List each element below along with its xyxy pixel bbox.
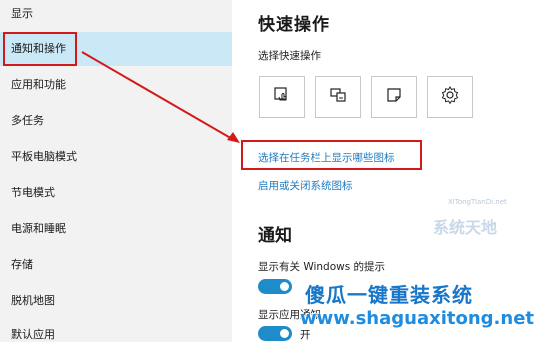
watermark-url: www.shaguaxitong.net xyxy=(300,308,535,329)
toggle-windows-tips-label: 显示有关 Windows 的提示 xyxy=(258,261,386,273)
quick-action-tile-settings[interactable] xyxy=(427,76,473,118)
highlight-box-link xyxy=(241,140,422,170)
watermark-logo: 系统天地 xyxy=(433,218,498,237)
note-icon xyxy=(385,86,403,108)
toggle-windows-tips[interactable] xyxy=(258,279,292,294)
tablet-mode-icon xyxy=(273,86,291,108)
notifications-title: 通知 xyxy=(258,226,292,246)
settings-sidebar: 显示 通知和操作 应用和功能 多任务 平板电脑模式 节电模式 电源和睡眠 存储 … xyxy=(0,0,232,342)
sidebar-item-storage[interactable]: 存储 xyxy=(0,248,232,282)
sidebar-item-display[interactable]: 显示 xyxy=(0,0,232,31)
sidebar-item-power-sleep[interactable]: 电源和睡眠 xyxy=(0,212,232,246)
link-system-icons[interactable]: 启用或关闭系统图标 xyxy=(258,178,353,193)
sidebar-item-offline-maps[interactable]: 脱机地图 xyxy=(0,284,232,318)
sidebar-item-default-apps[interactable]: 默认应用 xyxy=(0,318,232,352)
quick-actions-title: 快速操作 xyxy=(258,15,330,35)
sidebar-item-battery-saver[interactable]: 节电模式 xyxy=(0,176,232,210)
toggle-app-notifications[interactable] xyxy=(258,326,292,341)
project-icon xyxy=(329,86,347,108)
sidebar-item-apps[interactable]: 应用和功能 xyxy=(0,68,232,102)
quick-actions-subtitle: 选择快速操作 xyxy=(258,50,321,62)
watermark-title: 傻瓜一键重装系统 xyxy=(305,283,473,307)
quick-action-tile-tablet[interactable] xyxy=(259,76,305,118)
quick-action-tile-note[interactable] xyxy=(371,76,417,118)
settings-gear-icon xyxy=(440,85,460,109)
toggle-app-notifications-state: 开 xyxy=(300,329,311,341)
quick-action-tile-project[interactable] xyxy=(315,76,361,118)
sidebar-item-multitasking[interactable]: 多任务 xyxy=(0,104,232,138)
highlight-box-sidebar xyxy=(3,32,77,66)
watermark-logo-small: XiTongTianDi.net xyxy=(448,198,507,206)
divider xyxy=(232,0,252,342)
sidebar-item-tablet-mode[interactable]: 平板电脑模式 xyxy=(0,140,232,174)
